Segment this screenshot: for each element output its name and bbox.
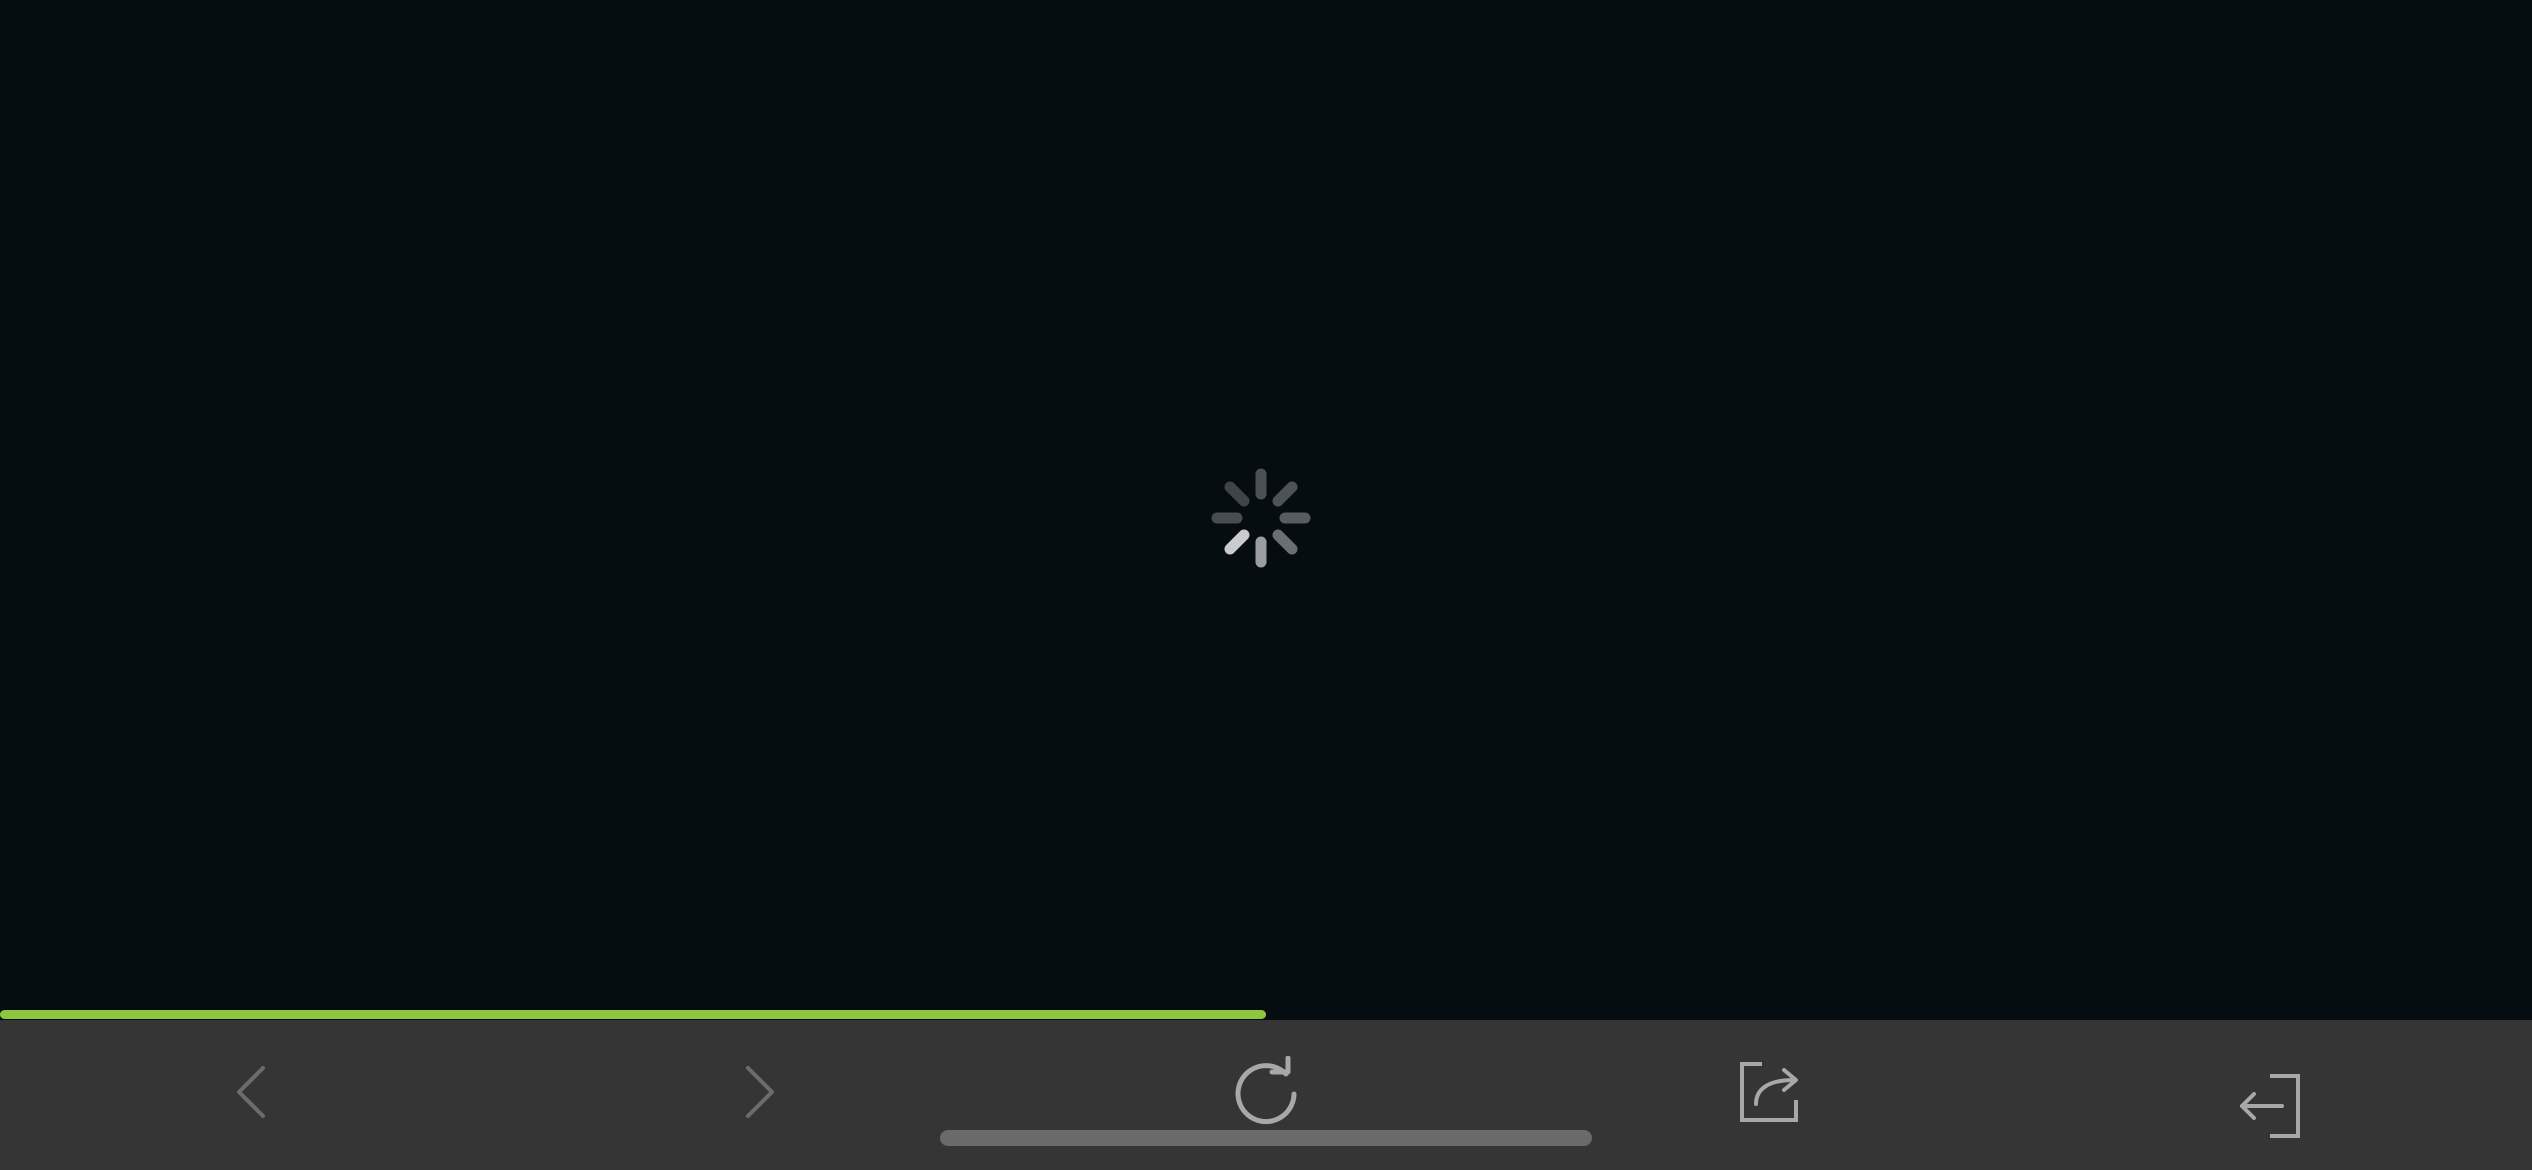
in-app-browser-screen	[0, 0, 2532, 1170]
chevron-left-icon	[237, 1066, 265, 1118]
share-icon	[1740, 1062, 1798, 1122]
page-load-progress-fill	[0, 1010, 1266, 1019]
chevron-right-icon	[746, 1066, 774, 1118]
share-button[interactable]	[1720, 1042, 1820, 1142]
page-load-progress-bar	[0, 1010, 2532, 1019]
home-indicator[interactable]	[940, 1130, 1592, 1146]
web-content-area[interactable]	[0, 0, 2532, 1020]
back-button[interactable]	[203, 1042, 303, 1142]
reload-button[interactable]	[1216, 1042, 1316, 1142]
activity-spinner-icon	[1211, 468, 1311, 568]
exit-icon	[2240, 1074, 2300, 1138]
reload-icon	[1235, 1056, 1297, 1125]
exit-button[interactable]	[2222, 1056, 2322, 1156]
forward-button[interactable]	[708, 1042, 808, 1142]
browser-toolbar	[0, 1020, 2532, 1170]
